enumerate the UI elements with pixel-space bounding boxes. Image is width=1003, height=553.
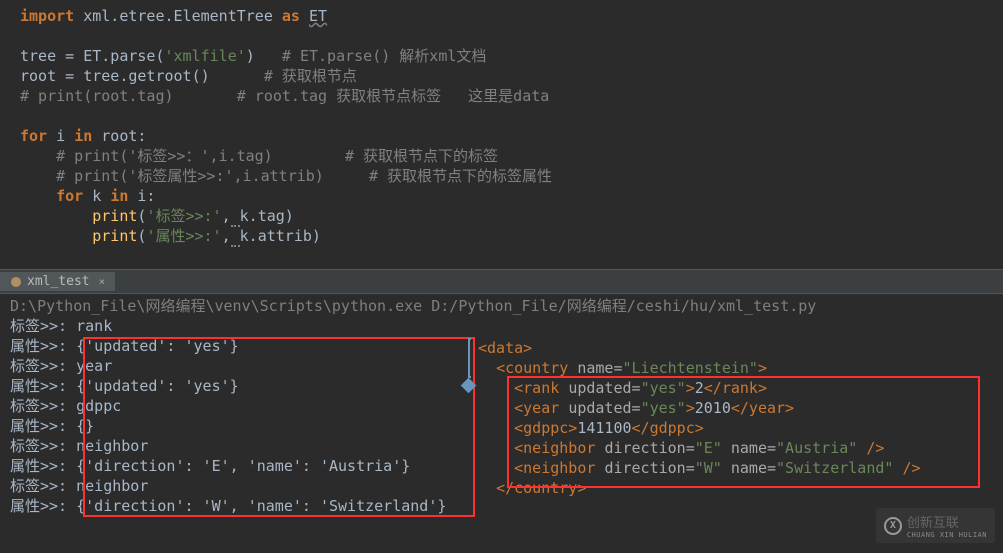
code-line: # print(root.tag) # root.tag 获取根节点标签 这里是… [20,86,997,106]
code-line: for k in i: [20,186,997,206]
code-line [20,106,997,126]
code-line: # print('标签>>：',i.tag) # 获取根节点下的标签 [20,146,997,166]
watermark: X 创新互联 CHUANG XIN HULIAN [876,508,995,543]
code-line: # print('标签属性>>:',i.attrib) # 获取根节点下的标签属… [20,166,997,186]
console-line: 标签>>: rank [10,316,993,336]
close-icon[interactable]: × [99,275,106,288]
code-line: import xml.etree.ElementTree as ET [20,6,997,26]
watermark-subtext: CHUANG XIN HULIAN [907,531,987,539]
code-line [20,26,997,46]
fold-marker [468,338,471,378]
code-line: for i in root: [20,126,997,146]
console-output[interactable]: D:\Python_File\网络编程\venv\Scripts\python.… [0,294,1003,544]
watermark-text: 创新互联 [907,512,987,531]
code-line: print('属性>>:', k.attrib) [20,226,997,246]
tab-xml-test[interactable]: xml_test × [0,272,115,291]
code-line: tree = ET.parse('xmlfile') # ET.parse() … [20,46,997,66]
console-line: 属性>>: {'direction': 'W', 'name': 'Switze… [10,496,993,516]
console-tab-bar: xml_test × [0,270,1003,294]
code-line: root = tree.getroot() # 获取根节点 [20,66,997,86]
xml-preview: <data> <country name="Liechtenstein"> <r… [478,338,921,498]
code-editor[interactable]: import xml.etree.ElementTree as ET tree … [0,0,1003,270]
console-path: D:\Python_File\网络编程\venv\Scripts\python.… [10,296,993,316]
tab-label: xml_test [27,274,90,289]
watermark-icon: X [884,517,902,535]
code-line: print('标签>>:', k.tag) [20,206,997,226]
python-file-icon [10,276,22,288]
